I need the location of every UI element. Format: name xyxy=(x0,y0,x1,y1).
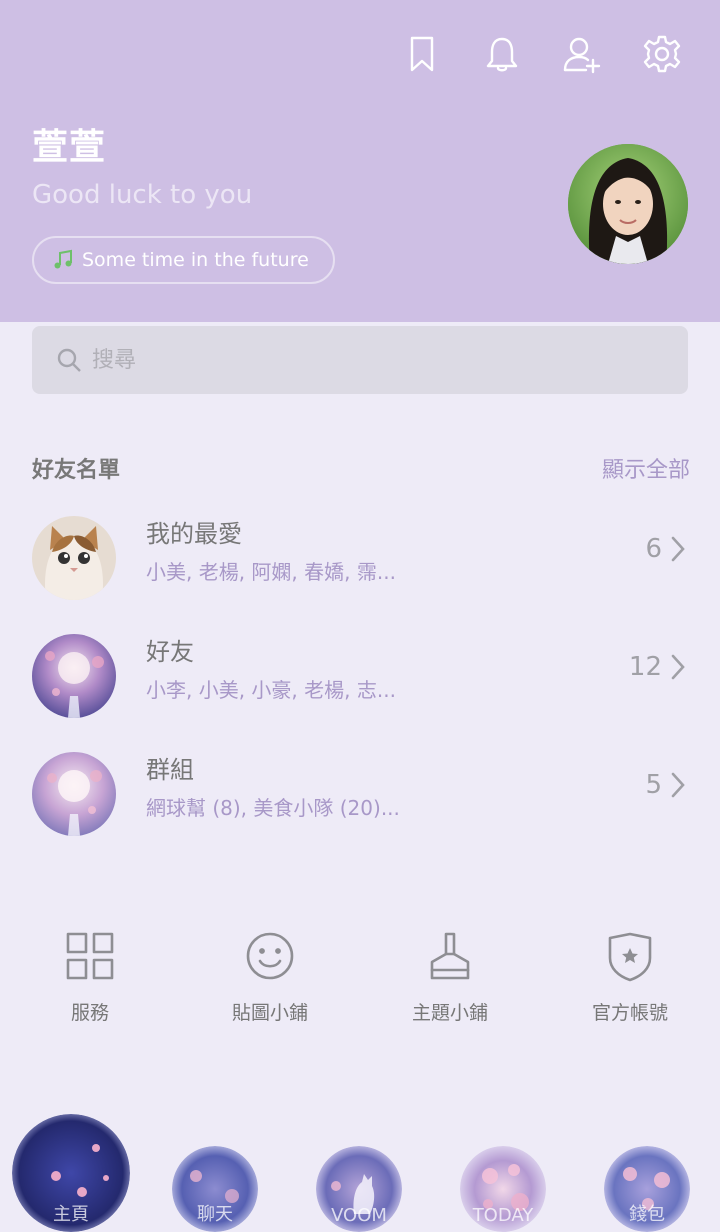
grid-icon xyxy=(62,928,118,984)
service-theme-shop[interactable]: 主題小鋪 xyxy=(360,920,540,1025)
bell-icon[interactable] xyxy=(480,32,524,76)
list-item-count: 6 xyxy=(645,534,662,564)
music-note-icon xyxy=(54,249,72,269)
list-item-friends[interactable]: 好友 小李, 小美, 小豪, 老楊, 志... 12 xyxy=(0,624,720,728)
profile-name[interactable]: 萱萱 xyxy=(32,118,106,170)
bookmark-icon[interactable] xyxy=(400,32,444,76)
service-label: 貼圖小鋪 xyxy=(231,1002,308,1024)
service-official-accounts[interactable]: 官方帳號 xyxy=(540,920,720,1025)
gear-icon[interactable] xyxy=(640,32,684,76)
list-item-count: 12 xyxy=(628,652,662,682)
status-message[interactable]: Good luck to you xyxy=(32,180,252,210)
groups-thumbnail xyxy=(32,752,116,836)
favorites-thumbnail xyxy=(32,516,116,600)
shield-star-icon xyxy=(602,928,658,984)
tab-chats[interactable]: 聊天 xyxy=(172,1146,258,1232)
add-friend-icon[interactable] xyxy=(560,32,604,76)
friends-section-title: 好友名單 xyxy=(32,458,121,483)
music-pill[interactable]: Some time in the future xyxy=(32,236,335,284)
tab-label: VOOM xyxy=(331,1205,387,1226)
search-icon xyxy=(57,348,81,372)
music-title: Some time in the future xyxy=(82,249,309,271)
profile-header: 萱萱 Good luck to you Some time in the fut… xyxy=(0,0,720,322)
show-all-link[interactable]: 顯示全部 xyxy=(602,452,690,484)
list-item-members: 網球幫 (8), 美食小隊 (20)... xyxy=(146,796,400,820)
tab-wallet[interactable]: 錢包 xyxy=(604,1146,690,1232)
list-item-favorites[interactable]: 我的最愛 小美, 老楊, 阿嫻, 春嬌, 霈... 6 xyxy=(0,506,720,610)
tab-home[interactable]: 主頁 xyxy=(12,1114,130,1232)
top-icon-bar xyxy=(400,32,684,76)
service-sticker-shop[interactable]: 貼圖小鋪 xyxy=(180,920,360,1025)
service-label: 主題小鋪 xyxy=(411,1002,488,1024)
services-bar: 服務 貼圖小鋪 主題小鋪 官方帳號 xyxy=(0,920,720,1040)
list-item-title: 我的最愛 xyxy=(146,520,242,548)
tab-label: 錢包 xyxy=(629,1204,665,1225)
service-label: 服務 xyxy=(70,1002,109,1024)
tab-voom[interactable]: VOOM xyxy=(316,1146,402,1232)
list-item-title: 好友 xyxy=(146,638,194,666)
list-item-members: 小美, 老楊, 阿嫻, 春嬌, 霈... xyxy=(146,560,396,584)
chevron-right-icon xyxy=(671,772,685,798)
list-item-members: 小李, 小美, 小豪, 老楊, 志... xyxy=(146,678,396,702)
tab-label: TODAY xyxy=(472,1205,534,1226)
list-item-title: 群組 xyxy=(146,756,194,784)
list-item-count: 5 xyxy=(645,770,662,800)
service-label: 官方帳號 xyxy=(591,1002,668,1024)
brush-icon xyxy=(422,928,478,984)
service-services[interactable]: 服務 xyxy=(0,920,180,1025)
smiley-icon xyxy=(242,928,298,984)
list-item-groups[interactable]: 群組 網球幫 (8), 美食小隊 (20)... 5 xyxy=(0,742,720,846)
chevron-right-icon xyxy=(671,654,685,680)
friends-thumbnail xyxy=(32,634,116,718)
bottom-nav: 主頁 聊天 VOOM TODAY 錢包 xyxy=(0,1110,720,1232)
avatar[interactable] xyxy=(568,144,688,264)
tab-label: 主頁 xyxy=(53,1204,89,1225)
chevron-right-icon xyxy=(671,536,685,562)
search-bar[interactable] xyxy=(32,326,688,394)
search-input[interactable] xyxy=(92,347,652,373)
tab-today[interactable]: TODAY xyxy=(460,1146,546,1232)
tab-label: 聊天 xyxy=(197,1204,233,1225)
